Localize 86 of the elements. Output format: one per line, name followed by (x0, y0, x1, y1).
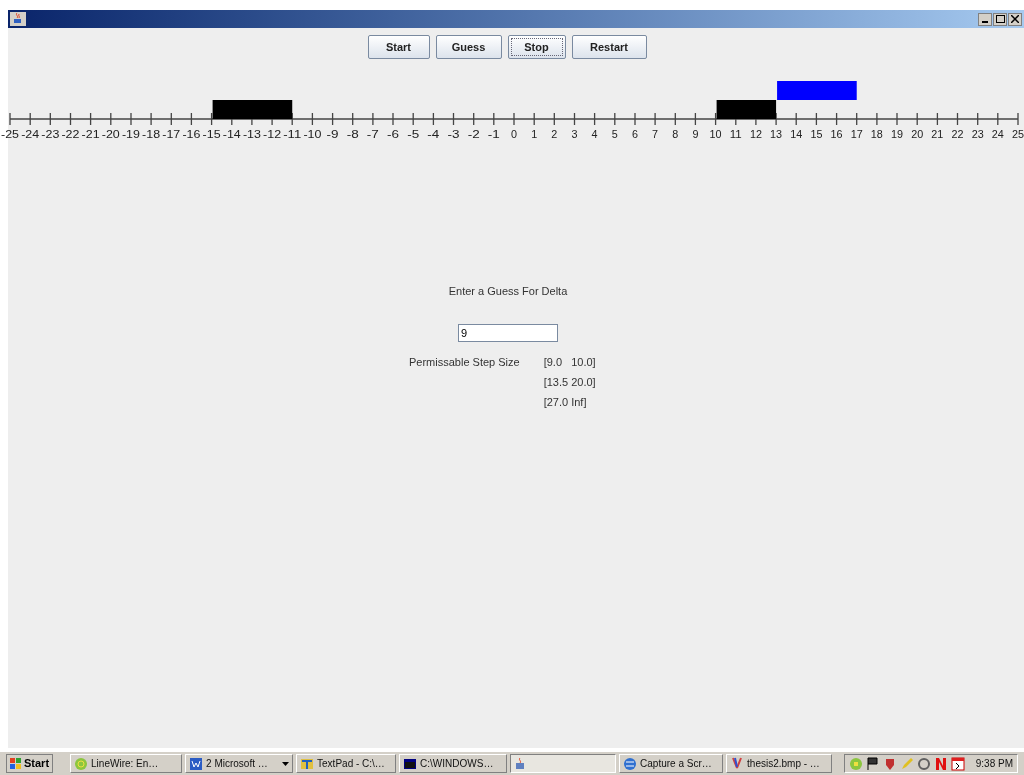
tick-label: -3 (447, 129, 457, 140)
prompt-label: Enter a Guess For Delta (448, 284, 568, 299)
tick-label: -24 (21, 129, 36, 140)
globe-icon (623, 756, 638, 771)
tick-label: 18 (870, 129, 882, 140)
maximize-button[interactable] (993, 12, 1007, 26)
tick-label: 16 (830, 129, 842, 140)
interval-text: [27.0 Inf] (543, 394, 588, 410)
tick-label: -23 (41, 129, 56, 140)
tick-label: 19 (891, 129, 903, 140)
console-icon (403, 756, 418, 771)
tick-label: 17 (850, 129, 862, 140)
tick-label: -14 (222, 129, 238, 140)
maximize-icon (995, 15, 1005, 23)
flag-icon[interactable] (865, 756, 880, 771)
action-button[interactable]: Start (367, 35, 430, 59)
tick-label: -16 (182, 129, 197, 140)
action-button[interactable]: Stop (507, 35, 566, 59)
tick-label: -25 (1, 129, 16, 140)
windows-flag-icon (10, 757, 22, 770)
tick-label: -15 (202, 129, 218, 140)
taskbar-button[interactable]: 2 Microsoft … (185, 754, 294, 773)
minimize-button[interactable] (978, 12, 992, 26)
calendar-icon[interactable] (950, 756, 965, 771)
tick-label: -10 (303, 129, 318, 140)
tick-label: 24 (991, 129, 1003, 140)
tick-label: 11 (729, 129, 741, 140)
tick-label: -8 (346, 129, 356, 140)
step-size-label: Permissable Step Size (409, 354, 520, 370)
action-button[interactable]: Guess (435, 35, 502, 59)
tick-label: -12 (263, 129, 278, 140)
taskbar-button[interactable]: thesis2.bmp - … (726, 754, 833, 773)
action-button[interactable]: Restart (571, 35, 647, 59)
tick-label: 1 (531, 129, 537, 140)
start-button[interactable]: Start (6, 754, 54, 773)
close-button[interactable] (1008, 12, 1022, 26)
tick-label: -9 (326, 129, 336, 140)
tick-label: -11 (283, 129, 297, 140)
taskbar-button[interactable]: LineWire: En… (70, 754, 183, 773)
document-w-icon (189, 756, 204, 771)
tick-label: 6 (631, 129, 638, 140)
tick-label: -18 (142, 129, 157, 140)
tick-label: 2 (551, 129, 557, 140)
taskbar-button[interactable] (510, 754, 617, 773)
tick-label: 0 (511, 129, 517, 140)
tick-label: 23 (971, 129, 983, 140)
tick-label: -1 (487, 129, 497, 140)
tick-label: 14 (790, 129, 802, 140)
minimize-icon (982, 20, 988, 23)
tick-label: -17 (162, 129, 177, 140)
tick-label: 25 (1012, 129, 1024, 140)
tick-label: 22 (951, 129, 963, 140)
tick-label: -7 (366, 129, 376, 140)
tick-label: 10 (709, 129, 721, 140)
tick-label: 5 (611, 129, 618, 140)
close-icon (1011, 15, 1019, 23)
taskbar-button[interactable]: TextPad - C:\… (296, 754, 397, 773)
tick-label: -4 (427, 129, 437, 140)
interval-text: [13.5 20.0] (543, 374, 596, 390)
tick-label: 7 (652, 129, 658, 140)
tick-label: -13 (242, 129, 258, 140)
tick-label: -21 (81, 129, 97, 140)
clock: 9:38 PM (975, 757, 1013, 771)
tick-label: 20 (911, 129, 923, 140)
tick-label: -19 (121, 129, 137, 140)
tick-label: 3 (571, 129, 578, 140)
textpad-icon (300, 756, 315, 771)
tick-label: -22 (61, 129, 76, 140)
tick-label: 12 (749, 129, 762, 140)
tick-label: 8 (672, 129, 678, 140)
tick-label: -2 (467, 129, 477, 140)
guess-field[interactable]: 9 (458, 323, 558, 342)
java-cup-icon (10, 12, 26, 26)
interval-text: [9.0 10.0] (543, 354, 596, 370)
tick-label: -5 (407, 129, 417, 140)
tick-label: 4 (591, 129, 598, 140)
taskbar-button[interactable]: C:\WINDOWS… (399, 754, 508, 773)
paint-brush-icon (730, 756, 745, 771)
tick-label: 21 (931, 129, 943, 140)
taskbar-button[interactable]: Capture a Scr… (619, 754, 724, 773)
tick-label: -20 (101, 129, 117, 140)
tick-label: 9 (692, 129, 698, 140)
tick-label: 13 (770, 129, 782, 140)
tick-label: 15 (810, 129, 822, 140)
tick-label: -6 (387, 129, 396, 140)
ring-icon (74, 756, 89, 771)
